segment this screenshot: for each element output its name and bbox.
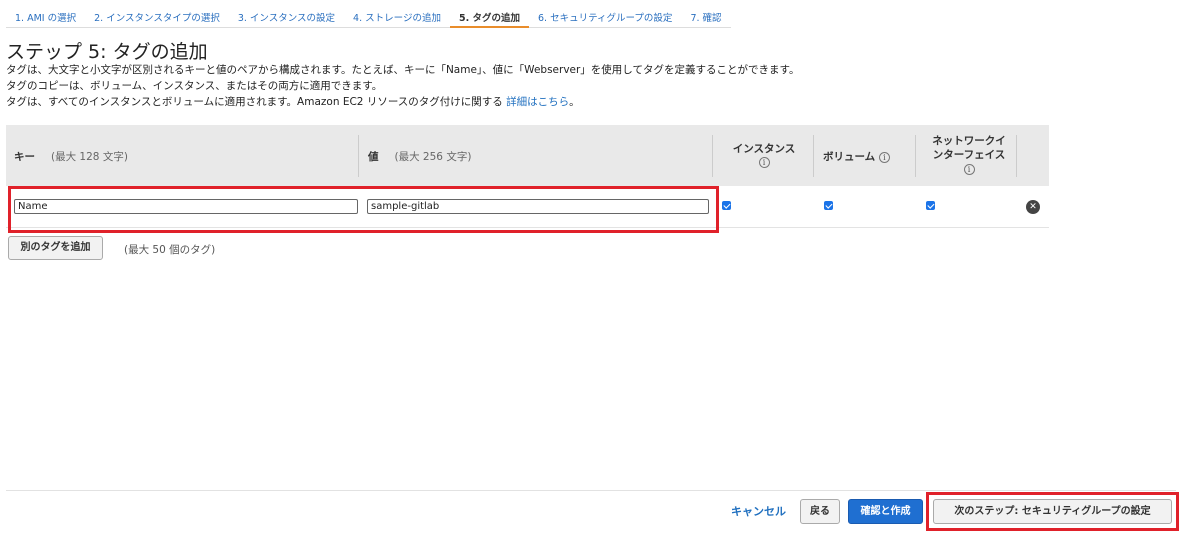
description-line-3-end: 。: [569, 96, 580, 108]
volume-header-label: ボリューム: [823, 151, 876, 163]
tab-configure-instance[interactable]: 3. インスタンスの設定: [228, 0, 345, 28]
page-description: タグは、大文字と小文字が区別されるキーと値のペアから構成されます。たとえば、キー…: [6, 62, 799, 110]
highlight-box: [926, 492, 1179, 531]
highlight-box: [8, 186, 719, 233]
column-divider: [813, 135, 814, 177]
info-icon[interactable]: i: [758, 156, 770, 168]
add-tag-button[interactable]: 別のタグを追加: [8, 236, 103, 260]
column-divider: [1016, 135, 1017, 177]
value-column-header: 値 (最大 256 文字): [368, 149, 471, 164]
tab-configure-security-group[interactable]: 6. セキュリティグループの設定: [528, 0, 682, 28]
value-header-label: 値: [368, 151, 379, 163]
cancel-link[interactable]: キャンセル: [731, 503, 786, 519]
key-header-label: キー: [14, 151, 35, 163]
description-line-3-text: タグは、すべてのインスタンスとボリュームに適用されます。Amazon EC2 リ…: [6, 96, 503, 108]
value-header-hint: (最大 256 文字): [394, 151, 472, 163]
key-column-header: キー (最大 128 文字): [14, 149, 128, 164]
wizard-tabs: 1. AMI の選択 2. インスタンスタイプの選択 3. インスタンスの設定 …: [6, 0, 731, 28]
tab-choose-ami[interactable]: 1. AMI の選択: [6, 0, 86, 28]
column-divider: [915, 135, 916, 177]
tag-limit-note: (最大 50 個のタグ): [124, 244, 216, 256]
eni-column-header: ネットワークイ ンターフェイス i: [923, 134, 1015, 176]
table-header: キー (最大 128 文字) 値 (最大 256 文字) インスタンス i ボリュー…: [6, 125, 1049, 186]
description-line-1: タグは、大文字と小文字が区別されるキーと値のペアから構成されます。たとえば、キー…: [6, 64, 800, 76]
tab-choose-instance-type[interactable]: 2. インスタンスタイプの選択: [85, 0, 229, 28]
column-divider: [358, 135, 359, 177]
volume-checkbox[interactable]: [824, 201, 833, 210]
volume-column-header: ボリューム i: [823, 149, 890, 164]
eni-header-line-1: ネットワークイ: [932, 135, 1006, 147]
description-line-2: タグのコピーは、ボリューム、インスタンス、またはその両方に適用できます。: [6, 80, 383, 92]
remove-tag-icon[interactable]: ✕: [1026, 200, 1040, 214]
review-and-launch-button[interactable]: 確認と作成: [848, 499, 923, 524]
key-header-hint: (最大 128 文字): [51, 151, 128, 163]
column-divider: [712, 135, 713, 177]
eni-header-line-2: ンターフェイス: [932, 149, 1006, 161]
info-icon[interactable]: i: [963, 163, 975, 175]
instance-header-label: インスタンス: [732, 143, 796, 155]
tab-review[interactable]: 7. 確認: [681, 0, 731, 28]
instance-checkbox[interactable]: [722, 201, 731, 210]
learn-more-link[interactable]: 詳細はこちら: [506, 96, 569, 108]
tab-add-tags[interactable]: 5. タグの追加: [449, 0, 529, 28]
description-line-3: タグは、すべてのインスタンスとボリュームに適用されます。Amazon EC2 リ…: [6, 94, 799, 110]
page-title: ステップ 5: タグの追加: [6, 41, 208, 63]
instance-column-header: インスタンス i: [719, 141, 809, 168]
back-button[interactable]: 戻る: [800, 499, 840, 524]
footer-divider: [6, 490, 1176, 491]
eni-checkbox[interactable]: [926, 201, 935, 210]
tab-add-storage[interactable]: 4. ストレージの追加: [344, 0, 450, 28]
info-icon[interactable]: i: [878, 151, 890, 163]
